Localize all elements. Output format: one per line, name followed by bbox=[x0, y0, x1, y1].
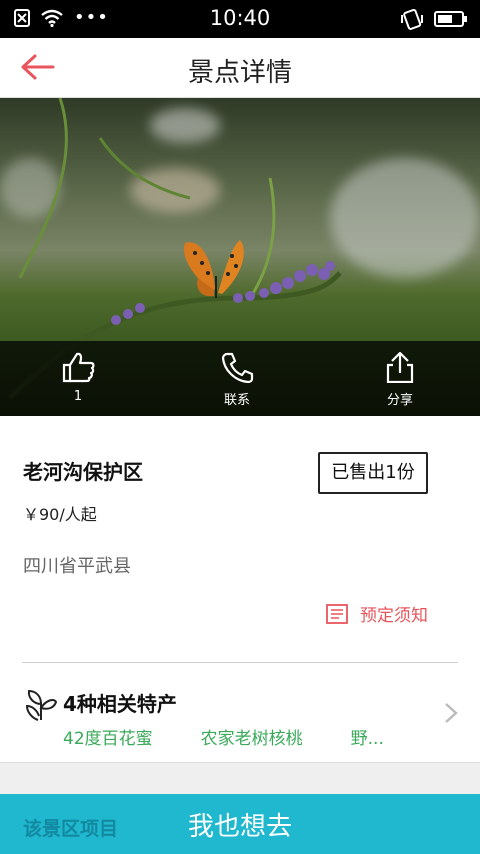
contact-label: 联系 bbox=[223, 393, 250, 408]
phone-icon bbox=[221, 352, 254, 384]
like-count: 1 bbox=[73, 389, 83, 404]
address: 四川省平武县 bbox=[23, 556, 131, 577]
sold-badge: 已售出1份 bbox=[318, 452, 428, 494]
app-bar: 景点详情 bbox=[0, 38, 480, 98]
like-button[interactable]: 1 bbox=[38, 351, 118, 404]
section-gap bbox=[0, 762, 480, 794]
battery-icon bbox=[434, 11, 467, 27]
status-bar: ••• 10:40 bbox=[0, 0, 480, 38]
booking-notice-label: 预定须知 bbox=[360, 606, 428, 626]
page-title: 景点详情 bbox=[187, 58, 292, 88]
price: ￥90/人起 bbox=[23, 505, 97, 524]
booking-notice-link[interactable]: 预定须知 bbox=[326, 601, 428, 626]
thumbs-up-icon bbox=[62, 352, 95, 383]
specialties-heading: 4种相关特产 bbox=[63, 692, 177, 716]
back-arrow-icon bbox=[21, 54, 55, 80]
action-bar: 1 联系 分享 bbox=[0, 341, 480, 416]
specialty-item[interactable]: 野... bbox=[351, 724, 384, 749]
specialties-row[interactable]: 4种相关特产 42度百花蜜 农家老树核桃 野... bbox=[0, 678, 480, 762]
document-icon bbox=[326, 603, 348, 624]
contact-button[interactable]: 联系 bbox=[197, 351, 277, 408]
share-icon bbox=[386, 351, 414, 384]
share-label: 分享 bbox=[386, 393, 413, 408]
leaf-icon bbox=[25, 689, 58, 721]
share-button[interactable]: 分享 bbox=[360, 351, 440, 408]
chevron-right-icon bbox=[445, 703, 458, 723]
vibrate-icon bbox=[401, 8, 423, 30]
specialty-item[interactable]: 农家老树核桃 bbox=[201, 724, 303, 749]
want-to-go-button[interactable]: 我也想去 bbox=[0, 806, 480, 843]
divider bbox=[22, 662, 458, 663]
status-right bbox=[400, 8, 468, 30]
bottom-bar: 该景区项目 我也想去 bbox=[0, 794, 480, 854]
spot-name: 老河沟保护区 bbox=[23, 460, 143, 484]
back-button[interactable] bbox=[20, 52, 60, 84]
spot-info: 老河沟保护区 已售出1份 ￥90/人起 四川省平武县 预定须知 4种相关特产 4… bbox=[0, 416, 480, 762]
specialties-list: 42度百花蜜 农家老树核桃 野... bbox=[63, 724, 423, 749]
specialty-item[interactable]: 42度百花蜜 bbox=[63, 724, 153, 749]
